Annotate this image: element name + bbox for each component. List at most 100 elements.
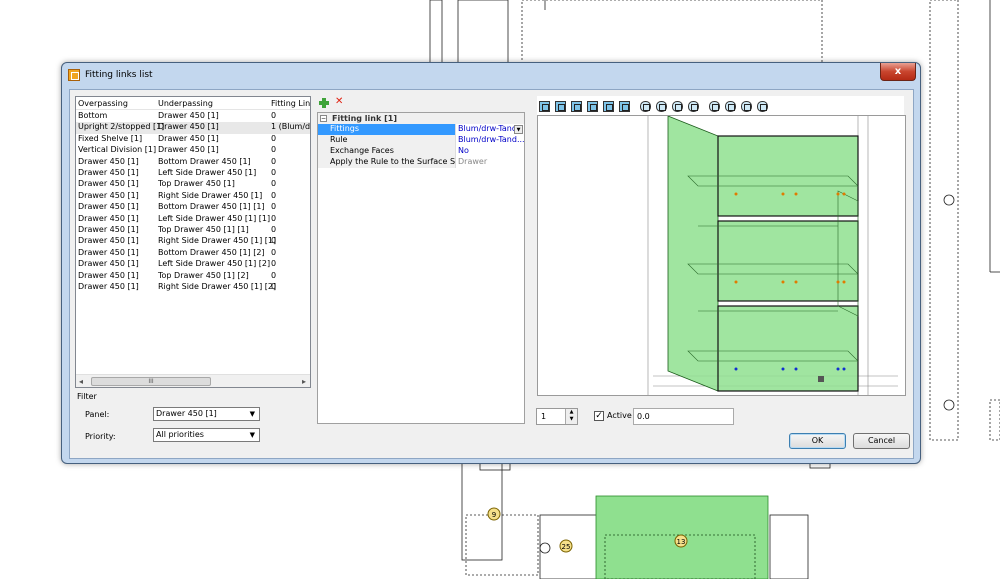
cell-fitting-link: 0 <box>271 111 277 120</box>
property-label: Apply the Rule to the Surface S... <box>318 157 455 168</box>
table-row[interactable]: Drawer 450 [1] Top Drawer 450 [1] 0 <box>76 179 310 190</box>
column-header-fitting-link[interactable]: Fitting Lin <box>271 99 310 108</box>
table-row[interactable]: Drawer 450 [1] Top Drawer 450 [1] [1] 0 <box>76 225 310 236</box>
table-row[interactable]: Drawer 450 [1] Left Side Drawer 450 [1] [… <box>76 213 310 225</box>
window-title: Fitting links list <box>85 70 153 80</box>
property-pane: ✕ − Fitting link [1] Fittings Blum/drw-T… <box>317 96 525 424</box>
3d-preview-viewport[interactable] <box>537 115 906 396</box>
collapse-icon[interactable]: − <box>320 115 327 122</box>
panel-dropdown[interactable]: Drawer 450 [1] ▼ <box>153 407 260 421</box>
view-front-icon[interactable] <box>539 101 550 112</box>
table-header: Overpassing Underpassing Fitting Lin <box>76 97 310 110</box>
scroll-right-icon[interactable]: ▸ <box>302 377 306 386</box>
iso-view-3-icon[interactable] <box>672 101 683 112</box>
cell-overpassing: Vertical Division [1] <box>78 145 157 155</box>
cell-fitting-link: 1 (Blum/d <box>271 122 311 132</box>
cell-underpassing: Bottom Drawer 450 [1] [2] <box>158 247 265 257</box>
column-header-overpassing[interactable]: Overpassing <box>78 99 128 108</box>
cell-underpassing: Left Side Drawer 450 [1] <box>158 168 257 177</box>
view-bottom-icon[interactable] <box>619 101 630 112</box>
scroll-thumb[interactable]: III <box>91 377 211 386</box>
table-row[interactable]: Vertical Division [1] Drawer 450 [1] 0 <box>76 145 310 156</box>
table-row[interactable]: Drawer 450 [1] Left Side Drawer 450 [1] 0 <box>76 168 310 179</box>
cell-fitting-link: 0 <box>271 168 277 177</box>
app-icon <box>68 69 80 81</box>
view-top-icon[interactable] <box>603 101 614 112</box>
table-row[interactable]: Drawer 450 [1] Bottom Drawer 450 [1] [1] 0 <box>76 202 310 213</box>
title-bar[interactable]: Fitting links list x <box>62 63 920 89</box>
property-value[interactable]: Blum/drw-Tand... <box>455 135 524 146</box>
table-row[interactable]: Fixed Shelve [1] Drawer 450 [1] 0 <box>76 133 310 145</box>
filter-legend: Filter <box>77 392 97 401</box>
dialog-client-area: Overpassing Underpassing Fitting Lin Bot… <box>69 89 914 459</box>
iso-view-2-icon[interactable] <box>656 101 667 112</box>
property-grid: − Fitting link [1] Fittings Blum/drw-Tan… <box>317 112 525 424</box>
panel-dropdown-value: Drawer 450 [1] <box>156 409 217 418</box>
fitting-links-table[interactable]: Overpassing Underpassing Fitting Lin Bot… <box>75 96 311 388</box>
horizontal-scrollbar[interactable]: ◂ III ▸ <box>76 374 310 387</box>
property-row-rule[interactable]: Rule Blum/drw-Tand... <box>318 135 524 146</box>
cell-fitting-link: 0 <box>271 259 277 269</box>
cell-fitting-link: 0 <box>271 270 277 280</box>
scroll-left-icon[interactable]: ◂ <box>79 377 83 386</box>
chevron-down-icon: ▼ <box>249 431 255 439</box>
cell-overpassing: Drawer 450 [1] <box>78 213 139 223</box>
column-header-underpassing[interactable]: Underpassing <box>158 99 213 108</box>
cancel-button[interactable]: Cancel <box>853 433 910 449</box>
cell-overpassing: Bottom <box>78 111 108 120</box>
index-spinner[interactable]: 1 ▲ ▼ <box>536 408 578 425</box>
property-row-fittings[interactable]: Fittings Blum/drw-Tand ▼ <box>318 124 524 135</box>
iso-view-7-icon[interactable] <box>741 101 752 112</box>
cell-fitting-link: 0 <box>271 247 277 257</box>
active-label: Active <box>607 411 632 420</box>
cell-underpassing: Bottom Drawer 450 [1] [1] <box>158 202 265 212</box>
table-row[interactable]: Drawer 450 [1] Right Side Drawer 450 [1] … <box>76 282 310 293</box>
cell-underpassing: Top Drawer 450 [1] <box>158 179 235 189</box>
cell-fitting-link: 0 <box>271 225 277 234</box>
property-row-exchange-faces[interactable]: Exchange Faces No <box>318 146 524 157</box>
priority-dropdown[interactable]: All priorities ▼ <box>153 428 260 442</box>
add-link-icon[interactable] <box>319 98 329 108</box>
cell-underpassing: Drawer 450 [1] <box>158 145 219 155</box>
table-row[interactable]: Drawer 450 [1] Right Side Drawer 450 [1] 0 <box>76 190 310 202</box>
iso-view-6-icon[interactable] <box>725 101 736 112</box>
table-row[interactable]: Drawer 450 [1] Top Drawer 450 [1] [2] 0 <box>76 270 310 282</box>
cell-underpassing: Bottom Drawer 450 [1] <box>158 156 251 166</box>
active-checkbox[interactable]: ✓ <box>594 411 604 421</box>
cell-fitting-link: 0 <box>271 145 277 155</box>
table-row[interactable]: Drawer 450 [1] Bottom Drawer 450 [1] [2] 0 <box>76 247 310 259</box>
iso-view-5-icon[interactable] <box>709 101 720 112</box>
cell-overpassing: Drawer 450 [1] <box>78 190 139 200</box>
close-button[interactable]: x <box>880 63 916 81</box>
view-back-icon[interactable] <box>555 101 566 112</box>
cell-underpassing: Drawer 450 [1] <box>158 133 219 143</box>
table-row[interactable]: Drawer 450 [1] Left Side Drawer 450 [1] [… <box>76 259 310 270</box>
iso-view-8-icon[interactable] <box>757 101 768 112</box>
view-right-icon[interactable] <box>587 101 598 112</box>
filter-group: Filter Panel: Drawer 450 [1] ▼ Priority:… <box>75 392 261 448</box>
spin-buttons-icon[interactable]: ▲ ▼ <box>565 409 577 424</box>
cell-fitting-link: 0 <box>271 156 277 166</box>
cell-overpassing: Drawer 450 [1] <box>78 259 139 269</box>
chevron-down-icon[interactable]: ▼ <box>514 125 523 134</box>
value-field[interactable]: 0.0 <box>633 408 734 425</box>
table-row[interactable]: Upright 2/stopped [1] Drawer 450 [1] 1 (Bl… <box>76 122 311 134</box>
fitting-links-dialog: Fitting links list x Overpassing Underpa… <box>61 62 921 464</box>
property-value[interactable]: Drawer <box>455 157 524 168</box>
property-label: Fittings <box>318 124 455 135</box>
table-row[interactable]: Drawer 450 [1] Right Side Drawer 450 [1] … <box>76 236 310 247</box>
delete-link-icon[interactable]: ✕ <box>335 96 343 107</box>
table-row[interactable]: Drawer 450 [1] Bottom Drawer 450 [1] 0 <box>76 156 310 168</box>
property-row-apply-rule[interactable]: Apply the Rule to the Surface S... Drawe… <box>318 157 524 168</box>
view-left-icon[interactable] <box>571 101 582 112</box>
cell-underpassing: Drawer 450 [1] <box>158 111 219 120</box>
iso-view-1-icon[interactable] <box>640 101 651 112</box>
ok-button[interactable]: OK <box>789 433 846 449</box>
property-value[interactable]: No <box>455 146 524 157</box>
property-group-header[interactable]: − Fitting link [1] <box>318 113 524 124</box>
balloon-9: 9 <box>492 511 496 519</box>
cell-overpassing: Drawer 450 [1] <box>78 179 139 189</box>
table-row[interactable]: Bottom Drawer 450 [1] 0 <box>76 111 310 122</box>
cell-fitting-link: 0 <box>271 190 277 200</box>
iso-view-4-icon[interactable] <box>688 101 699 112</box>
